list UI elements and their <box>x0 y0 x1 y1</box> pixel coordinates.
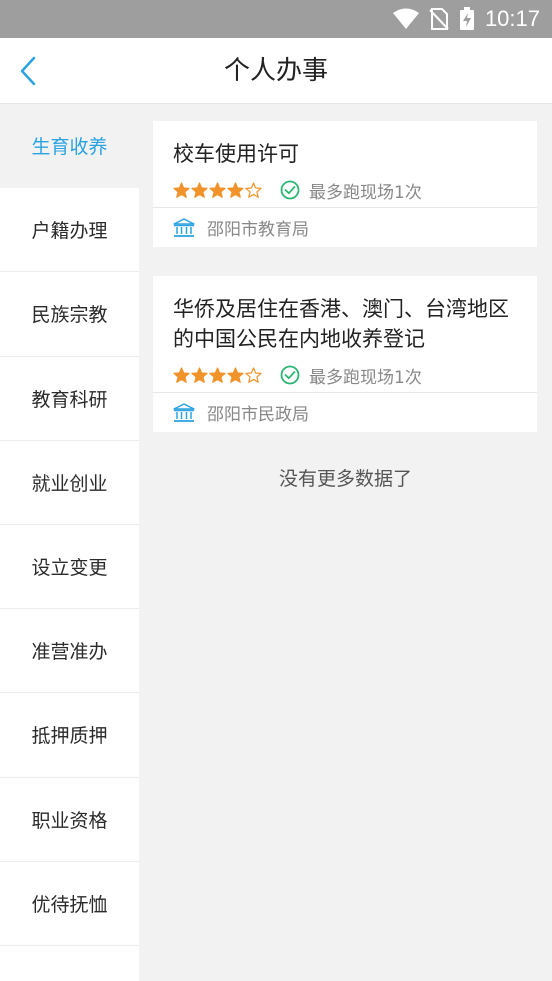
service-list: 校车使用许可 最多跑现场1次 邵阳市教育局 华侨及居住在香港、澳门、台湾地区的中… <box>139 104 552 981</box>
sidebar-item-ethnic-religion[interactable]: 民族宗教 <box>0 272 139 357</box>
clock: 10:17 <box>484 6 540 31</box>
no-sim-icon <box>429 8 449 30</box>
star-filled-icon <box>227 366 244 383</box>
sidebar-item-employment[interactable]: 就业创业 <box>0 441 139 525</box>
status-bar: 10:17 <box>0 0 552 38</box>
sidebar-item-birth-adoption[interactable]: 生育收养 <box>0 104 139 189</box>
department-name: 邵阳市民政局 <box>207 405 309 425</box>
star-filled-icon <box>173 181 190 198</box>
star-filled-icon <box>227 181 244 198</box>
government-building-icon <box>173 217 195 237</box>
star-filled-icon <box>173 366 190 383</box>
visit-count: 最多跑现场1次 <box>309 367 422 388</box>
sidebar-item-establishment-change[interactable]: 设立变更 <box>0 525 139 610</box>
sidebar-item-qualifications[interactable]: 职业资格 <box>0 778 139 862</box>
star-filled-icon <box>209 366 226 383</box>
wifi-icon <box>392 8 419 29</box>
department-name: 邵阳市教育局 <box>207 220 309 240</box>
sidebar-item-mortgage-pledge[interactable]: 抵押质押 <box>0 693 139 778</box>
page-title: 个人办事 <box>223 56 328 86</box>
app-header: 个人办事 <box>0 38 552 104</box>
service-card[interactable]: 华侨及居住在香港、澳门、台湾地区的中国公民在内地收养登记 最多跑现场1次 邵阳市… <box>153 276 537 432</box>
sidebar-item-education-research[interactable]: 教育科研 <box>0 357 139 441</box>
sidebar-item-business-permits[interactable]: 准营准办 <box>0 609 139 694</box>
no-more-data-text: 没有更多数据了 <box>278 468 412 490</box>
check-circle-icon <box>280 365 300 385</box>
battery-charging-icon <box>459 7 474 30</box>
chevron-left-icon <box>20 56 36 86</box>
star-filled-icon <box>191 181 208 198</box>
service-card[interactable]: 校车使用许可 最多跑现场1次 邵阳市教育局 <box>153 121 537 247</box>
government-building-icon <box>173 402 195 422</box>
star-filled-icon <box>209 181 226 198</box>
sidebar-item-household-registration[interactable]: 户籍办理 <box>0 188 139 273</box>
sidebar-item-preferential-care[interactable]: 优待抚恤 <box>0 862 139 946</box>
category-sidebar: 生育收养 户籍办理 民族宗教 教育科研 就业创业 设立变更 准营准办 抵押质押 … <box>0 104 139 981</box>
star-empty-icon <box>245 366 262 383</box>
rating-stars <box>173 181 262 199</box>
star-empty-icon <box>245 181 262 198</box>
check-circle-icon <box>280 180 300 200</box>
service-name: 华侨及居住在香港、澳门、台湾地区的中国公民在内地收养登记 <box>173 297 509 351</box>
back-button[interactable] <box>10 52 46 90</box>
service-name: 校车使用许可 <box>173 142 299 166</box>
visit-count: 最多跑现场1次 <box>309 182 422 203</box>
star-filled-icon <box>191 366 208 383</box>
rating-stars <box>173 366 262 384</box>
